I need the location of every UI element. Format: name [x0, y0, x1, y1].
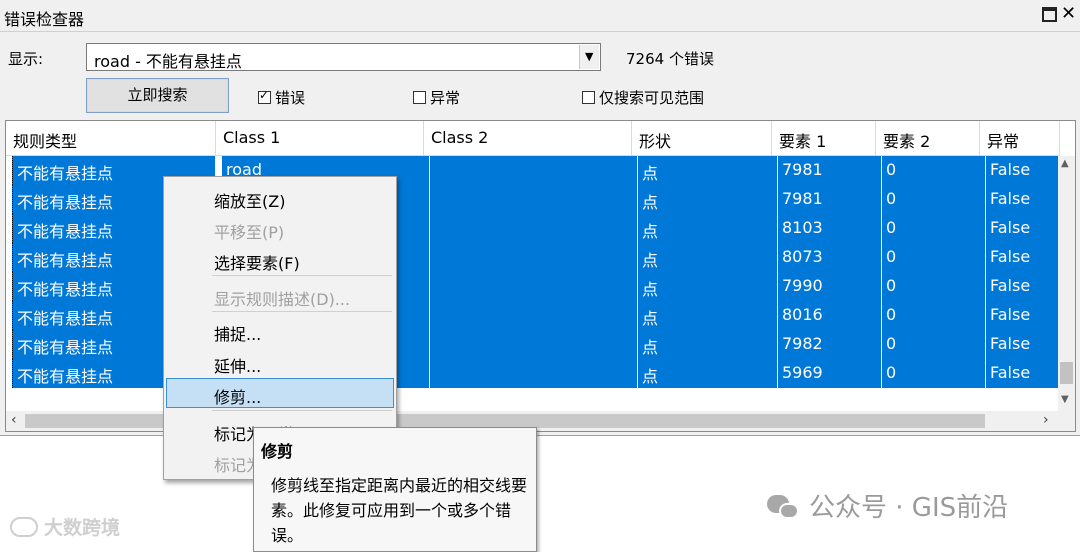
table-cell[interactable]	[430, 359, 638, 388]
table-cell[interactable]: 0	[882, 243, 986, 272]
chevron-down-icon: ▼	[585, 50, 594, 63]
scroll-up-icon[interactable]: ▲	[1061, 158, 1069, 169]
table-cell[interactable]: 0	[882, 272, 986, 301]
table-cell[interactable]: 点	[638, 214, 778, 243]
table-cell[interactable]	[430, 156, 638, 185]
column-header[interactable]: 要素 1	[772, 121, 876, 156]
context-menu-item[interactable]: 平移至(P)	[166, 213, 394, 243]
column-header[interactable]: 异常	[980, 121, 1060, 156]
table-cell[interactable]	[430, 185, 638, 214]
table-cell[interactable]: False	[986, 214, 1060, 243]
table-cell[interactable]: False	[986, 243, 1060, 272]
table-cell[interactable]: False	[986, 272, 1060, 301]
title-bar: 错误检查器 ✕	[0, 0, 1080, 32]
table-cell[interactable]: 0	[882, 185, 986, 214]
table-cell[interactable]: 8016	[778, 301, 882, 330]
visible-extent-checkbox-box[interactable]	[582, 91, 595, 104]
show-dropdown-value: road - 不能有悬挂点	[94, 52, 242, 71]
column-header[interactable]: Class 2	[424, 121, 632, 156]
table-cell[interactable]: 8073	[778, 243, 882, 272]
table-header: 规则类型 Class 1 Class 2 形状 要素 1 要素 2 异常	[6, 121, 1075, 156]
close-icon[interactable]: ✕	[1061, 5, 1076, 23]
scroll-right-icon[interactable]: ›	[1043, 412, 1049, 428]
context-menu-item[interactable]: 延伸...	[166, 347, 394, 377]
scroll-left-icon[interactable]: ‹	[11, 412, 17, 428]
column-header[interactable]: 形状	[632, 121, 772, 156]
context-menu-item[interactable]: 选择要素(F)	[166, 244, 394, 274]
scroll-down-icon[interactable]: ▼	[1061, 394, 1069, 405]
column-header[interactable]: Class 1	[216, 121, 424, 156]
errors-checkbox-label: 错误	[275, 89, 306, 107]
table-cell[interactable]: 点	[638, 156, 778, 185]
context-menu-item[interactable]: 缩放至(Z)	[166, 182, 394, 212]
table-cell[interactable]: 点	[638, 359, 778, 388]
tooltip-body: 修剪线至指定距离内最近的相交线要素。此修复可应用到一个或多个错误。	[271, 476, 528, 545]
visible-extent-checkbox[interactable]: 仅搜索可见范围	[582, 87, 705, 107]
table-cell[interactable]	[430, 214, 638, 243]
table-cell[interactable]	[430, 243, 638, 272]
exceptions-checkbox[interactable]: 异常	[413, 87, 461, 107]
table-cell[interactable]: False	[986, 330, 1060, 359]
watermark-logo-icon	[10, 517, 38, 537]
table-cell[interactable]: 5969	[778, 359, 882, 388]
menu-separator	[212, 410, 392, 411]
show-dropdown[interactable]: road - 不能有悬挂点 ▼	[86, 43, 601, 71]
maximize-icon[interactable]	[1042, 7, 1057, 22]
table-cell[interactable]	[430, 272, 638, 301]
table-cell[interactable]: 点	[638, 185, 778, 214]
table-cell[interactable]: 7981	[778, 156, 882, 185]
search-now-button[interactable]: 立即搜索	[86, 78, 229, 113]
exceptions-checkbox-label: 异常	[430, 89, 461, 107]
table-cell[interactable]: 0	[882, 301, 986, 330]
table-cell[interactable]: False	[986, 156, 1060, 185]
table-cell[interactable]: False	[986, 359, 1060, 388]
errors-checkbox[interactable]: ✓ 错误	[258, 87, 306, 107]
table-cell[interactable]: 7982	[778, 330, 882, 359]
context-menu-item[interactable]: 捕捉...	[166, 315, 394, 345]
table-cell[interactable]	[430, 301, 638, 330]
show-label: 显示:	[8, 50, 44, 68]
table-cell[interactable]	[430, 330, 638, 359]
watermark-right-text: 公众号 · GIS前沿	[809, 493, 1009, 523]
table-cell[interactable]: 0	[882, 330, 986, 359]
table-cell[interactable]: 点	[638, 301, 778, 330]
table-cell[interactable]: 点	[638, 330, 778, 359]
wechat-icon	[767, 493, 801, 521]
menu-separator	[212, 275, 392, 276]
watermark-left: 大数跨境	[10, 513, 120, 540]
visible-extent-checkbox-label: 仅搜索可见范围	[599, 89, 705, 107]
column-header[interactable]: 规则类型	[6, 121, 216, 156]
context-menu-item[interactable]: 修剪...	[166, 378, 394, 408]
check-icon: ✓	[259, 88, 270, 102]
table-cell[interactable]: 7990	[778, 272, 882, 301]
table-cell[interactable]: 点	[638, 272, 778, 301]
dropdown-arrow-button[interactable]: ▼	[579, 45, 599, 69]
tooltip-title: 修剪	[261, 442, 294, 461]
exceptions-checkbox-box[interactable]	[413, 91, 426, 104]
errors-checkbox-box[interactable]: ✓	[258, 88, 271, 104]
watermark-left-text: 大数跨境	[44, 517, 121, 539]
table-cell[interactable]: 0	[882, 359, 986, 388]
watermark-right: 公众号 · GIS前沿	[767, 487, 1008, 524]
vertical-scrollbar[interactable]: ▲ ▼	[1058, 156, 1075, 411]
column-header[interactable]: 要素 2	[876, 121, 980, 156]
error-inspector-window: 错误检查器 ✕ 显示: road - 不能有悬挂点 ▼ 7264 个错误 立即搜…	[0, 0, 1080, 436]
table-cell[interactable]: False	[986, 301, 1060, 330]
error-count: 7264 个错误	[626, 50, 714, 68]
table-cell[interactable]: 8103	[778, 214, 882, 243]
context-menu-item[interactable]: 显示规则描述(D)...	[166, 280, 394, 310]
fix-tooltip: 修剪 修剪线至指定距离内最近的相交线要素。此修复可应用到一个或多个错误。	[253, 427, 537, 552]
menu-separator	[212, 311, 392, 312]
vertical-scroll-thumb[interactable]	[1060, 362, 1073, 384]
table-cell[interactable]: 0	[882, 156, 986, 185]
table-cell[interactable]: False	[986, 185, 1060, 214]
window-title: 错误检查器	[4, 10, 85, 29]
table-cell[interactable]: 7981	[778, 185, 882, 214]
table-cell[interactable]: 0	[882, 214, 986, 243]
table-cell[interactable]: 点	[638, 243, 778, 272]
